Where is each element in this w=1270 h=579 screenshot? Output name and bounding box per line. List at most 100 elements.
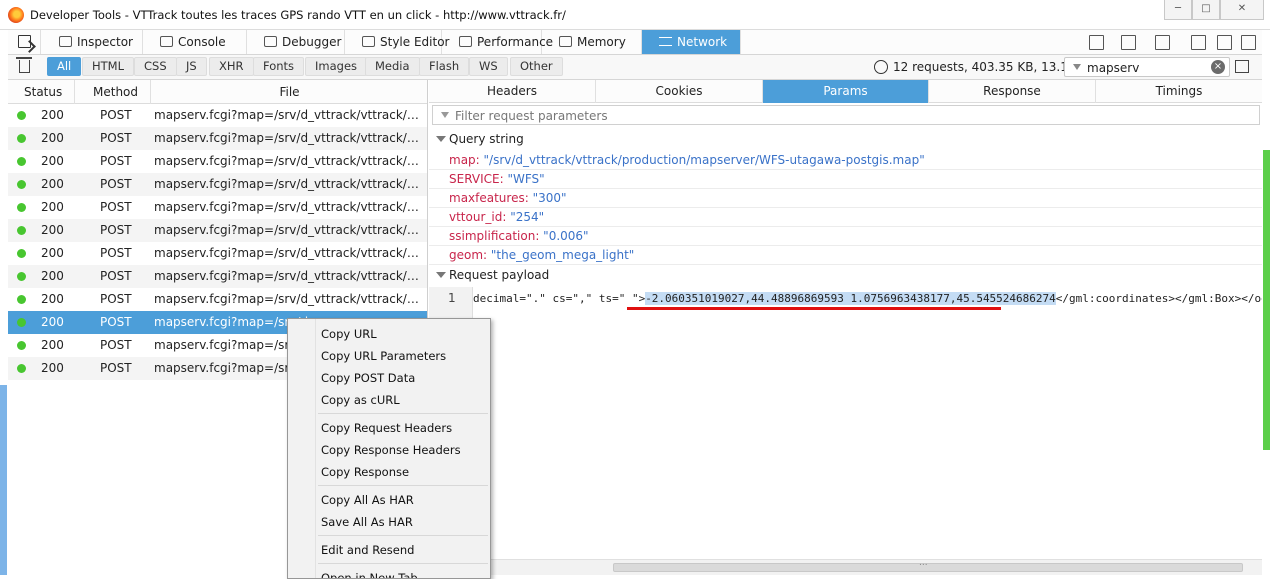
param-row[interactable]: SERVICE: "WFS"	[429, 170, 1262, 189]
menu-separator	[318, 413, 488, 414]
menu-item[interactable]: Copy URL	[321, 323, 377, 345]
clear-search-icon[interactable]: ×	[1211, 60, 1225, 74]
window-controls: ─ □ ✕	[1164, 0, 1264, 20]
menu-item[interactable]: Copy as cURL	[321, 389, 400, 411]
menu-item[interactable]: Copy Request Headers	[321, 417, 452, 439]
menu-item[interactable]: Copy URL Parameters	[321, 345, 446, 367]
status-ok-icon	[17, 249, 26, 258]
row-file: mapserv.fcgi?map=/srv/d_vttrack/vttrack/…	[154, 154, 426, 168]
request-payload-section[interactable]: Request payload	[429, 265, 1262, 286]
tab-network[interactable]: Network	[642, 30, 741, 54]
table-row[interactable]: 200 POST mapserv.fcgi?map=/srv/d_vttrack/v…	[8, 150, 427, 173]
horizontal-scrollbar[interactable]: ...	[473, 558, 1262, 575]
param-value: "0.006"	[543, 229, 589, 243]
filter-js[interactable]: JS	[176, 57, 207, 76]
table-row[interactable]: 200 POST mapserv.fcgi?map=/srv/d_vttrack/v…	[8, 104, 427, 127]
minimize-button[interactable]: ─	[1164, 0, 1192, 20]
menu-item[interactable]: Copy Response Headers	[321, 439, 461, 461]
tab-params[interactable]: Params	[763, 80, 929, 103]
column-method[interactable]: Method	[75, 80, 151, 104]
tab-style-editor[interactable]: Style Editor	[345, 30, 449, 54]
row-file: mapserv.fcgi?map=/srv/d_vttrack/vttrack/…	[154, 177, 426, 191]
settings-gear-icon[interactable]	[1190, 34, 1206, 50]
menu-item[interactable]: Edit and Resend	[321, 539, 414, 561]
row-method: POST	[100, 154, 132, 168]
param-row[interactable]: maxfeatures: "300"	[429, 189, 1262, 208]
table-row[interactable]: 200 POST mapserv.fcgi?map=/srv/d_vttrack/v…	[8, 127, 427, 150]
table-row[interactable]: 200 POST mapserv.fcgi?map=/srv/d_vttrack/v…	[8, 242, 427, 265]
table-row[interactable]: 200 POST mapserv.fcgi?map=/srv/d_vttrack/v…	[8, 173, 427, 196]
clear-trash-icon[interactable]	[16, 57, 32, 73]
query-string-section[interactable]: Query string	[429, 129, 1262, 150]
table-row[interactable]: 200 POST mapserv.fcgi?map=/srv/d_vttrack/v…	[8, 265, 427, 288]
maximize-button[interactable]: □	[1192, 0, 1220, 20]
scrollbar-thumb[interactable]: ...	[613, 558, 1243, 572]
menu-item[interactable]: Copy All As HAR	[321, 489, 414, 511]
filter-media[interactable]: Media	[365, 57, 420, 76]
tab-label: Network	[677, 35, 728, 49]
element-picker-button[interactable]	[8, 30, 41, 54]
menu-separator	[318, 485, 488, 486]
param-row[interactable]: vttour_id: "254"	[429, 208, 1262, 227]
param-key: map	[449, 153, 476, 167]
table-row[interactable]: 200 POST mapserv.fcgi?map=/srv/d_vttrack/v…	[8, 288, 427, 311]
tab-response[interactable]: Response	[929, 80, 1096, 103]
filter-xhr[interactable]: XHR	[209, 57, 254, 76]
column-status[interactable]: Status	[8, 80, 75, 104]
tab-inspector[interactable]: Inspector	[42, 30, 143, 54]
params-filter-input[interactable]: Filter request parameters	[432, 105, 1260, 125]
table-row[interactable]: 200 POST mapserv.fcgi?map=/srv/d_vttrack/v…	[8, 196, 427, 219]
status-ok-icon	[17, 364, 26, 373]
menu-item[interactable]: Copy POST Data	[321, 367, 415, 389]
filter-flash[interactable]: Flash	[419, 57, 470, 76]
row-status: 200	[41, 361, 64, 375]
filter-fonts[interactable]: Fonts	[253, 57, 305, 76]
split-console-icon[interactable]	[1088, 34, 1104, 50]
table-row[interactable]: 200 POST mapserv.fcgi?map=/srv/d_vttrack/v…	[8, 219, 427, 242]
tab-performance[interactable]: Performance	[442, 30, 553, 54]
menu-item[interactable]: Open in New Tab	[321, 567, 418, 578]
filter-all[interactable]: All	[47, 57, 82, 76]
picker-icon	[18, 35, 31, 48]
filter-css[interactable]: CSS	[134, 57, 177, 76]
dock-side-icon[interactable]	[1240, 34, 1256, 50]
tab-headers[interactable]: Headers	[429, 80, 596, 103]
request-list-header: Status Method File	[8, 80, 427, 104]
tab-cookies[interactable]: Cookies	[596, 80, 763, 103]
status-ok-icon	[17, 203, 26, 212]
close-button[interactable]: ✕	[1220, 0, 1264, 20]
menu-item[interactable]: Copy Response	[321, 461, 409, 483]
tab-memory[interactable]: Memory	[542, 30, 642, 54]
section-label: Query string	[449, 132, 524, 146]
filter-images[interactable]: Images	[305, 57, 368, 76]
scratchpad-icon[interactable]	[1120, 34, 1136, 50]
filter-other[interactable]: Other	[510, 57, 563, 76]
console-icon	[160, 36, 173, 47]
url-filter-input[interactable]: mapserv ×	[1064, 57, 1230, 77]
param-row[interactable]: map: "/srv/d_vttrack/vttrack/production/…	[429, 151, 1262, 170]
payload-editor[interactable]: 1 decimal="." cs="," ts=" ">-2.060351019…	[429, 287, 1262, 559]
param-row[interactable]: geom: "the_geom_mega_light"	[429, 246, 1262, 265]
toggle-sidebar-icon[interactable]	[1235, 60, 1249, 73]
row-method: POST	[100, 338, 132, 352]
param-value: "/srv/d_vttrack/vttrack/production/mapse…	[483, 153, 925, 167]
menu-item[interactable]: Save All As HAR	[321, 511, 413, 533]
tab-debugger[interactable]: Debugger	[247, 30, 345, 54]
tab-timings[interactable]: Timings	[1096, 80, 1262, 103]
filter-html[interactable]: HTML	[82, 57, 135, 76]
performance-summary-icon[interactable]	[874, 60, 888, 74]
status-ok-icon	[17, 134, 26, 143]
row-file: mapserv.fcgi?map=/srv/d_vttrack/vttrack/…	[154, 108, 426, 122]
tab-console[interactable]: Console	[143, 30, 247, 54]
status-ok-icon	[17, 295, 26, 304]
param-row[interactable]: ssimplification: "0.006"	[429, 227, 1262, 246]
column-file[interactable]: File	[151, 80, 427, 104]
search-value: mapserv	[1087, 61, 1140, 75]
dock-bottom-icon[interactable]	[1216, 34, 1232, 50]
style-editor-icon	[362, 36, 375, 47]
filter-ws[interactable]: WS	[469, 57, 508, 76]
responsive-mode-icon[interactable]	[1154, 34, 1170, 50]
payload-code[interactable]: decimal="." cs="," ts=" ">-2.06035101902…	[473, 292, 1262, 305]
requests-summary: 12 requests, 403.35 KB, 13.15 s	[893, 60, 1086, 74]
row-method: POST	[100, 246, 132, 260]
